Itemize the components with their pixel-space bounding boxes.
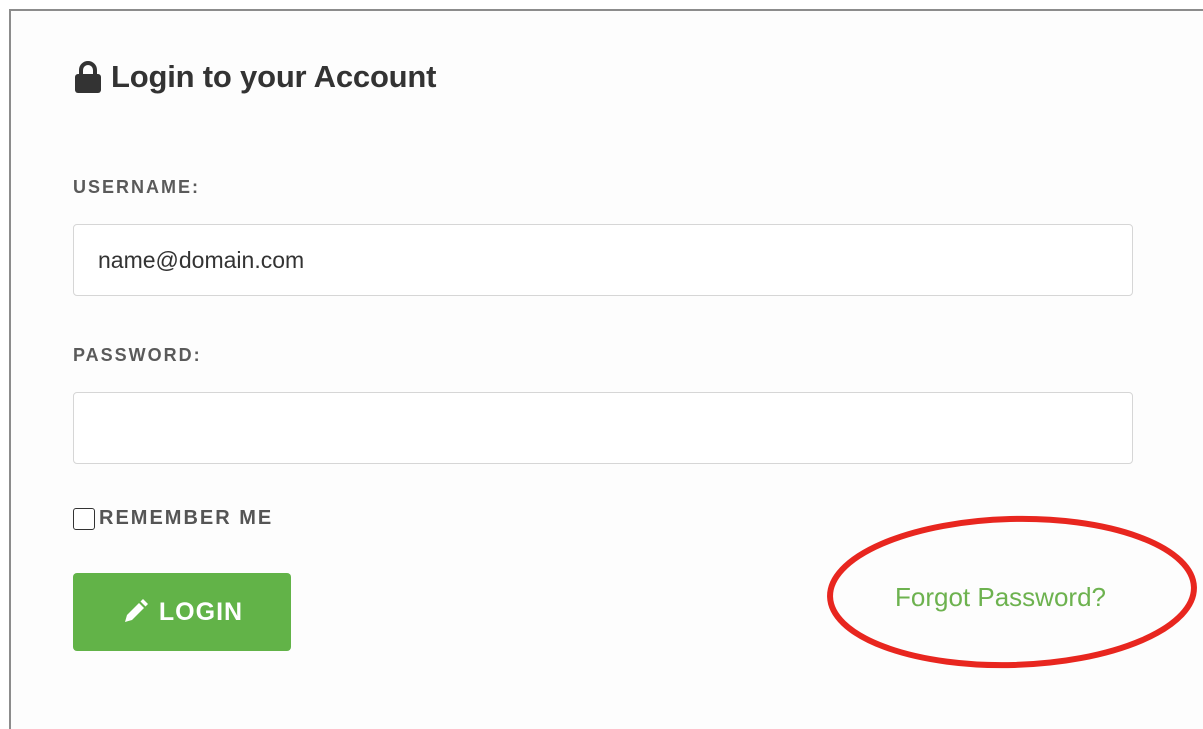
username-label: USERNAME: [73,177,201,197]
pencil-icon [124,599,148,622]
remember-me-label: REMEMBER ME [99,507,274,529]
lock-icon [75,61,101,93]
username-input[interactable] [73,224,1133,296]
password-input[interactable] [73,392,1133,464]
password-label: PASSWORD: [73,345,202,365]
remember-me-checkbox[interactable] [73,507,95,530]
login-button[interactable]: LOGIN [73,573,291,651]
forgot-password-link[interactable]: Forgot Password? [895,582,1106,613]
login-heading: Login to your Account [73,57,436,97]
page-title: Login to your Account [111,59,437,94]
remember-me-row[interactable]: REMEMBER ME [73,507,273,530]
login-button-label: LOGIN [158,597,244,626]
